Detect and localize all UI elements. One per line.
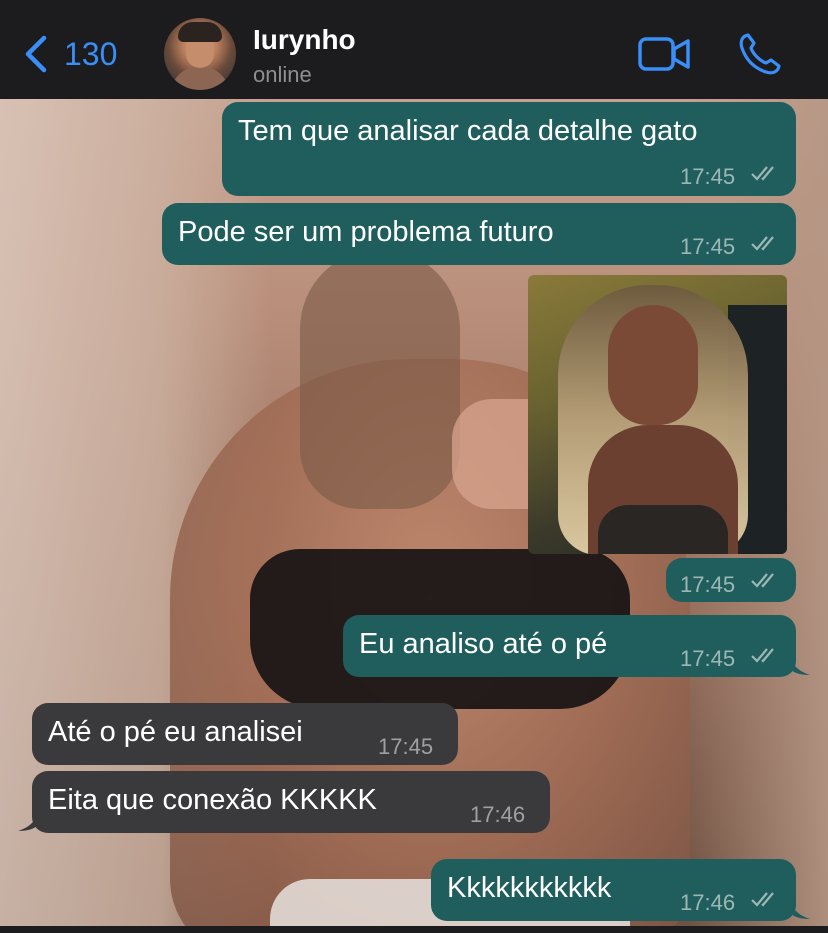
message-time: 17:45 <box>680 572 736 597</box>
message-bubble[interactable]: Eita que conexão KKKKK 17:46 <box>32 771 550 833</box>
photo-thumbnail[interactable] <box>528 275 787 554</box>
message-time: 17:45 <box>680 164 736 189</box>
video-call-icon[interactable] <box>637 34 691 74</box>
message-text: Kkkkkkkkkkk <box>447 872 612 904</box>
message-bubble[interactable]: Até o pé eu analisei 17:45 <box>32 703 458 765</box>
read-receipt-icon <box>751 236 774 251</box>
bubble-tail <box>18 811 38 831</box>
read-receipt-icon <box>751 892 774 907</box>
contact-status: online <box>253 62 312 87</box>
read-receipt-icon <box>751 166 774 181</box>
contact-name[interactable]: Iurynho <box>253 24 356 56</box>
bubble-tail <box>790 655 810 675</box>
chevron-left-icon <box>25 35 47 73</box>
read-receipt-icon <box>751 573 774 588</box>
message-time: 17:45 <box>680 646 736 671</box>
message-bubble[interactable]: Pode ser um problema futuro 17:45 <box>162 203 796 265</box>
message-text: Tem que analisar cada detalhe gato <box>238 115 698 147</box>
unread-count: 130 <box>64 35 118 72</box>
message-bubble[interactable]: Kkkkkkkkkkk 17:46 <box>431 859 796 921</box>
message-time: 17:45 <box>378 734 434 759</box>
back-button[interactable]: 130 <box>22 32 117 76</box>
chat-header: 130 Iurynho online <box>0 0 828 99</box>
bottom-edge <box>0 926 828 933</box>
message-bubble[interactable]: Tem que analisar cada detalhe gato 17:45 <box>222 102 796 196</box>
bubble-tail <box>790 899 810 919</box>
avatar[interactable] <box>164 18 236 90</box>
message-text: Eita que conexão KKKKK <box>48 784 377 816</box>
photo-caption-bubble: 17:45 <box>666 558 796 602</box>
message-text: Eu analiso até o pé <box>359 628 608 660</box>
read-receipt-icon <box>751 648 774 663</box>
message-time: 17:46 <box>470 802 526 827</box>
message-time: 17:46 <box>680 890 736 915</box>
message-text: Pode ser um problema futuro <box>178 216 554 248</box>
message-text: Até o pé eu analisei <box>48 716 303 748</box>
phone-icon[interactable] <box>736 32 782 78</box>
message-bubble[interactable]: Eu analiso até o pé 17:45 <box>343 615 796 677</box>
message-time: 17:45 <box>680 234 736 259</box>
